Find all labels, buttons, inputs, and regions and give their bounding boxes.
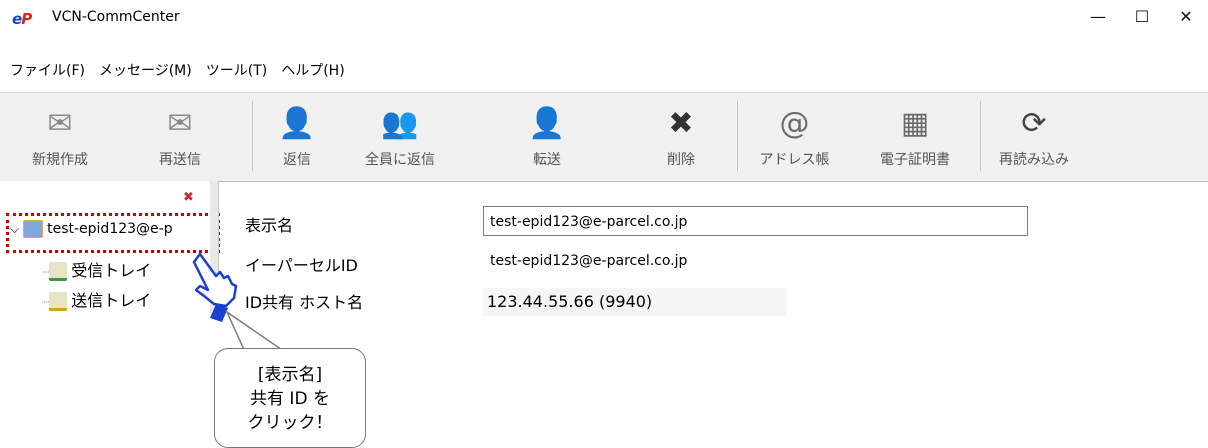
resend-icon: ✉: [167, 106, 193, 141]
menu-message[interactable]: メッセージ(M): [99, 60, 192, 80]
callout-line-2: 共有 ID を: [250, 389, 330, 409]
reply-icon: 👤: [278, 106, 316, 141]
close-button[interactable]: ✕: [1164, 0, 1208, 34]
refresh-icon: ⟳: [1021, 106, 1047, 141]
toolbar-separator: [252, 101, 253, 171]
toolbar-separator: [980, 101, 981, 171]
eparcel-id-label: イーパーセルID: [245, 256, 358, 275]
eparcel-id-value: test-epid123@e-parcel.co.jp: [490, 253, 688, 269]
window-title: VCN-CommCenter: [52, 9, 180, 25]
tree-item-inbox-label: 受信トレイ: [71, 261, 152, 280]
display-name-field[interactable]: test-epid123@e-parcel.co.jp: [483, 206, 1028, 236]
close-pane-icon[interactable]: ✖: [183, 190, 194, 205]
reply-all-icon: 👥: [381, 106, 419, 141]
callout-tail: [225, 310, 286, 352]
delete-button[interactable]: ✖ 削除: [646, 93, 716, 181]
host-name-value: 123.44.55.66 (9940): [483, 288, 787, 316]
maximize-button[interactable]: ☐: [1120, 0, 1164, 34]
resend-button[interactable]: ✉ 再送信: [145, 93, 215, 181]
forward-icon: 👤: [528, 106, 566, 141]
minimize-button[interactable]: —: [1076, 0, 1120, 34]
menu-tools[interactable]: ツール(T): [206, 60, 267, 80]
title-bar: eP VCN-CommCenter — ☐ ✕: [0, 0, 1208, 34]
address-book-icon: @: [779, 106, 810, 141]
certificate-button[interactable]: ▦ 電子証明書: [860, 93, 970, 181]
new-mail-button[interactable]: ✉ 新規作成: [20, 93, 100, 181]
new-mail-icon: ✉: [47, 106, 73, 141]
menu-help[interactable]: ヘルプ(H): [281, 60, 344, 80]
toolbar: ✉ 新規作成 ✉ 再送信 👤 返信 👥 全員に返信 👤 転送 ✖ 削除 @ アド…: [0, 92, 1208, 182]
callout-line-3: クリック！: [247, 413, 333, 433]
app-logo: eP: [12, 10, 32, 28]
tree-connector: ┈: [42, 265, 50, 279]
reply-all-button[interactable]: 👥 全員に返信: [350, 93, 450, 181]
inbox-icon: [49, 262, 68, 281]
tree-connector: ┈: [42, 295, 50, 309]
address-book-button[interactable]: @ アドレス帳: [747, 93, 842, 181]
menu-bar: ファイル(F) メッセージ(M) ツール(T) ヘルプ(H): [10, 60, 359, 86]
callout-line-1: [表示名]: [257, 365, 323, 385]
refresh-button[interactable]: ⟳ 再読み込み: [984, 93, 1084, 181]
certificate-icon: ▦: [900, 106, 930, 141]
toolbar-separator: [737, 101, 738, 171]
tree-item-outbox-label: 送信トレイ: [71, 291, 152, 310]
tree-item-outbox[interactable]: ┈ 送信トレイ: [42, 287, 151, 311]
outbox-icon: [49, 292, 68, 311]
delete-icon: ✖: [668, 106, 694, 141]
display-name-label: 表示名: [245, 216, 294, 235]
callout-annotation: [表示名] 共有 ID を クリック！: [214, 348, 366, 448]
menu-file[interactable]: ファイル(F): [10, 60, 85, 80]
forward-button[interactable]: 👤 転送: [512, 93, 582, 181]
tree-item-inbox[interactable]: ┈ 受信トレイ: [42, 257, 151, 281]
reply-button[interactable]: 👤 返信: [262, 93, 332, 181]
